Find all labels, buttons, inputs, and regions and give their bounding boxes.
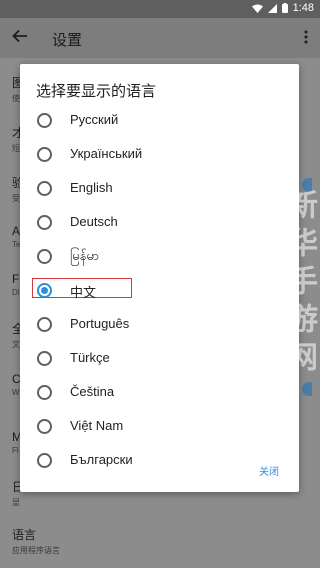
status-icons: 1:48	[251, 2, 314, 14]
wifi-icon	[251, 4, 263, 13]
language-option-label: Український	[70, 146, 143, 161]
settings-toggle[interactable]	[302, 178, 312, 192]
language-dialog: 选择要显示的语言 Русский Український English Deu…	[20, 64, 299, 492]
battery-icon	[281, 3, 288, 13]
language-option-label: Deutsch	[70, 214, 118, 229]
language-option-label: 中文	[70, 285, 97, 300]
language-options: Русский Український English Deutsch မြန်…	[20, 103, 299, 477]
status-bar: 1:48	[0, 0, 320, 18]
language-option[interactable]: Український	[20, 137, 299, 171]
language-option[interactable]: Türkçe	[20, 341, 299, 375]
language-option[interactable]: Deutsch	[20, 205, 299, 239]
settings-toggle[interactable]	[302, 382, 312, 396]
radio-button[interactable]	[37, 215, 52, 230]
language-option-label: English	[70, 180, 113, 195]
dialog-title: 选择要显示的语言	[36, 83, 157, 100]
radio-button[interactable]	[37, 249, 52, 264]
language-option-selected[interactable]: 中文	[20, 273, 299, 307]
radio-button[interactable]	[37, 317, 52, 332]
close-button[interactable]: 关闭	[259, 463, 279, 478]
settings-item-language[interactable]: 语言 应用程序语言	[12, 526, 60, 556]
page-title: 设置	[52, 32, 83, 49]
language-option-label: Việt Nam	[70, 418, 124, 433]
language-option-label: Русский	[70, 112, 119, 127]
language-option-label: Português	[70, 316, 130, 331]
radio-button[interactable]	[37, 113, 52, 128]
language-option[interactable]: Português	[20, 307, 299, 341]
radio-button[interactable]	[37, 453, 52, 468]
back-arrow-icon[interactable]	[12, 29, 28, 48]
language-option[interactable]: Việt Nam	[20, 409, 299, 443]
radio-button[interactable]	[37, 351, 52, 366]
language-option-label: Български	[70, 452, 133, 467]
language-option[interactable]: English	[20, 171, 299, 205]
app-bar: 设置	[0, 18, 320, 58]
language-option-label: Türkçe	[70, 350, 110, 365]
status-time: 1:48	[292, 2, 314, 14]
language-option[interactable]: မြန်မာ	[20, 239, 299, 273]
more-options-icon[interactable]	[304, 30, 308, 49]
radio-button[interactable]	[37, 385, 52, 400]
language-option-label: မြန်မာ	[70, 248, 100, 263]
radio-button[interactable]	[37, 419, 52, 434]
signal-icon	[267, 3, 277, 13]
radio-button[interactable]	[37, 181, 52, 196]
radio-button-checked[interactable]	[37, 283, 52, 298]
radio-button[interactable]	[37, 147, 52, 162]
language-option-label: Čeština	[70, 384, 115, 399]
language-option[interactable]: Български	[20, 443, 299, 477]
language-option[interactable]: Русский	[20, 103, 299, 137]
language-option[interactable]: Čeština	[20, 375, 299, 409]
